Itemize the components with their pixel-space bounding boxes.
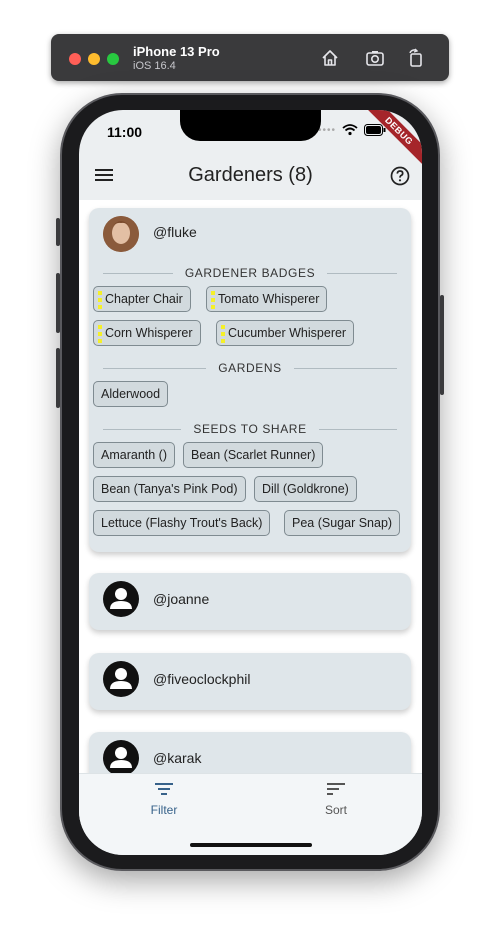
seed-chip[interactable]: Bean (Scarlet Runner) [183,442,324,468]
wifi-icon [342,124,358,136]
gardener-handle: @fiveoclockphil [153,671,251,687]
seed-chip[interactable]: Pea (Sugar Snap) [284,510,401,536]
badge-chip[interactable]: Corn Whisperer [93,320,201,346]
gardener-list[interactable]: @fluke GARDENER BADGES Chapter Chair Tom… [79,200,422,773]
gardener-card[interactable]: @fluke GARDENER BADGES Chapter Chair Tom… [89,208,411,552]
avatar-placeholder-icon [103,661,139,697]
avatar-placeholder-icon [103,740,139,773]
app-bar: Gardeners (8) [79,154,422,198]
status-time: 11:00 [107,124,143,140]
seed-chip[interactable]: Amaranth () [93,442,175,468]
avatar [103,216,139,252]
gardener-card[interactable]: @joanne [89,573,411,630]
phone-screen: 11:00 •••• DEBUG Gardeners (8) @fluke GA… [79,110,422,855]
seed-chip[interactable]: Dill (Goldkrone) [254,476,357,502]
section-header-gardens: GARDENS [103,361,398,375]
signal-icon: •••• [317,124,336,136]
section-header-seeds: SEEDS TO SHARE [103,422,398,436]
gardener-handle: @fluke [153,224,197,240]
nav-filter-tab[interactable]: Filter [104,782,224,817]
close-window-button[interactable] [69,53,81,65]
nav-filter-label: Filter [150,803,178,817]
page-title: Gardeners (8) [188,164,313,186]
minimize-window-button[interactable] [88,53,100,65]
badge-chip[interactable]: Tomato Whisperer [206,286,328,312]
home-icon[interactable] [320,48,340,68]
device-name: iPhone 13 Pro [133,44,220,59]
home-indicator[interactable] [190,843,312,847]
help-icon[interactable] [390,166,410,186]
badge-chip[interactable]: Cucumber Whisperer [216,320,355,346]
power-button[interactable] [440,295,444,395]
section-header-badges: GARDENER BADGES [103,266,398,280]
mute-switch[interactable] [56,218,60,246]
rotate-icon[interactable] [406,48,426,68]
filter-icon [155,783,173,795]
sort-icon [327,783,345,795]
status-icons: •••• [318,124,386,136]
zoom-window-button[interactable] [107,53,119,65]
volume-down-button[interactable] [56,348,60,408]
avatar-placeholder-icon [103,581,139,617]
nav-sort-label: Sort [324,803,347,817]
os-version: iOS 16.4 [133,60,176,72]
gardener-card[interactable]: @fiveoclockphil [89,653,411,710]
gardener-handle: @joanne [153,591,210,607]
volume-up-button[interactable] [56,273,60,333]
simulator-toolbar: iPhone 13 Pro iOS 16.4 [51,34,449,81]
screenshot-icon[interactable] [365,48,385,68]
nav-sort-tab[interactable]: Sort [276,782,396,817]
seed-chip[interactable]: Lettuce (Flashy Trout's Back) [93,510,271,536]
seed-chip[interactable]: Bean (Tanya's Pink Pod) [93,476,246,502]
gardener-handle: @karak [153,750,202,766]
badge-chip[interactable]: Chapter Chair [93,286,191,312]
garden-chip[interactable]: Alderwood [93,381,169,407]
notch [180,110,321,141]
battery-icon [364,124,386,136]
gardener-card[interactable]: @karak [89,732,411,773]
